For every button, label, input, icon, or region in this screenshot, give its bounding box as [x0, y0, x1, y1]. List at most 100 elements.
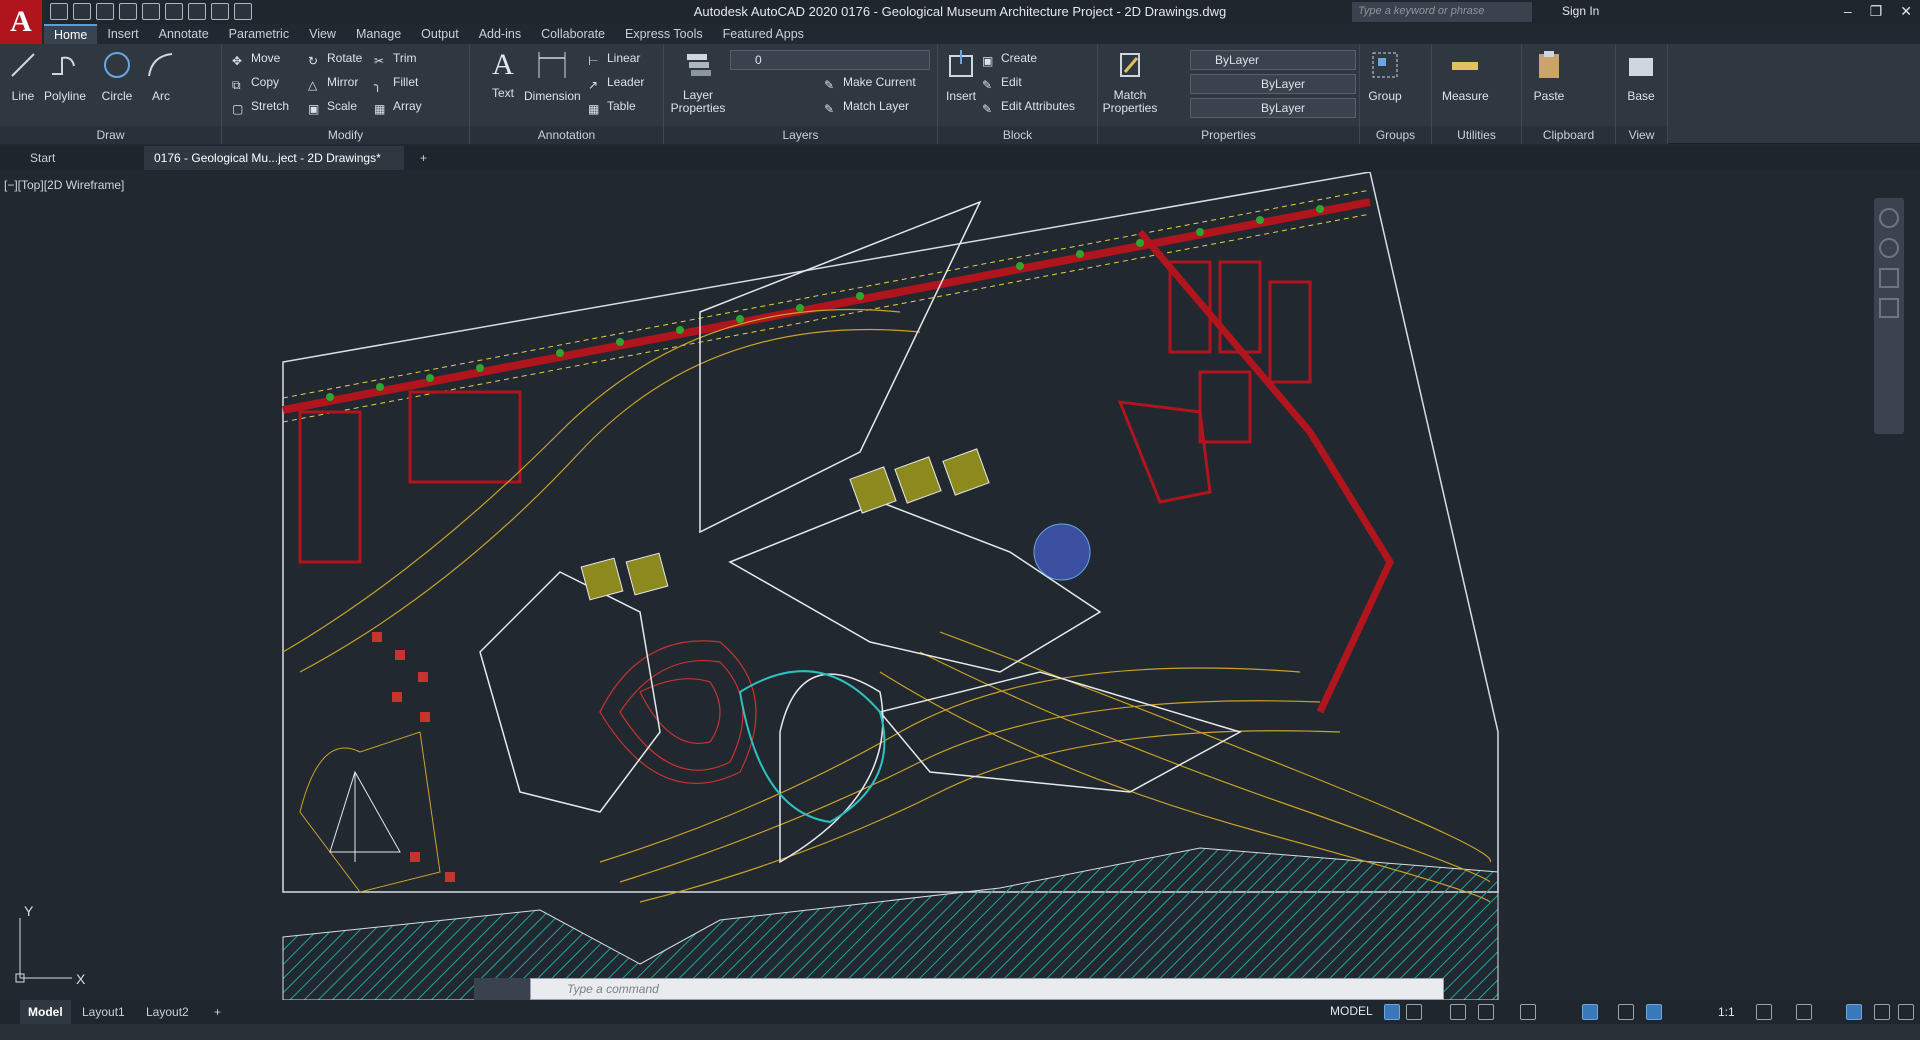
insert-button[interactable]: Insert [944, 48, 978, 103]
linear-button[interactable]: ⊢ Linear [588, 48, 640, 68]
copy-button[interactable]: ⧉ Copy [232, 72, 279, 92]
modify-panel-title[interactable]: Modify [222, 126, 469, 144]
layout-tab-layout2[interactable]: Layout2 [138, 1000, 197, 1024]
layout-tab-model[interactable]: Model [20, 1000, 71, 1024]
group-button[interactable]: Group [1368, 48, 1402, 103]
plus-icon[interactable] [1796, 1004, 1812, 1020]
drawing-viewport[interactable]: [−][Top][2D Wireframe] Y X [0, 172, 1920, 1000]
open-file-icon[interactable] [73, 3, 91, 20]
tab-view[interactable]: View [299, 24, 346, 44]
measure-button[interactable]: Measure [1442, 48, 1489, 103]
plot-icon[interactable] [165, 3, 183, 20]
stretch-button[interactable]: ▢ Stretch [232, 96, 289, 116]
add-layout-plus-icon[interactable]: + [206, 1000, 229, 1024]
search-input[interactable]: Type a keyword or phrase [1352, 2, 1532, 22]
utilities-panel-title[interactable]: Utilities [1432, 126, 1521, 144]
line-button[interactable]: Line [6, 48, 40, 103]
circle-button[interactable]: Circle [100, 48, 134, 103]
scale-button[interactable]: ▣ Scale [308, 96, 357, 116]
text-button[interactable]: A Text [486, 48, 520, 100]
paste-button[interactable]: Paste [1532, 48, 1566, 103]
tab-home[interactable]: Home [44, 24, 98, 44]
layers-panel-title[interactable]: Layers [664, 126, 937, 144]
sign-in-button[interactable]: Sign In [1562, 4, 1599, 18]
gear-icon[interactable] [1756, 1004, 1772, 1020]
arc-button[interactable]: Arc [144, 48, 178, 103]
redo-icon[interactable] [234, 3, 252, 20]
selection-cycling-icon[interactable] [1582, 1004, 1598, 1020]
grid-toggle-icon[interactable] [1384, 1004, 1400, 1020]
print-icon[interactable] [188, 3, 206, 20]
leader-button[interactable]: ↗ Leader [588, 72, 644, 92]
command-line-handle[interactable] [474, 978, 530, 1000]
new-tab-plus-icon[interactable]: + [410, 146, 437, 170]
model-space-indicator[interactable]: MODEL [1330, 1004, 1373, 1018]
save-as-icon[interactable] [119, 3, 137, 20]
array-button[interactable]: ▦ Array [374, 96, 422, 116]
base-button[interactable]: Base [1624, 48, 1658, 103]
create-block-button[interactable]: ▣ Create [982, 48, 1037, 68]
linetype-dropdown[interactable]: ByLayer [1190, 74, 1356, 94]
color-dropdown[interactable]: ByLayer [1190, 50, 1356, 70]
dimension-button[interactable]: Dimension [524, 48, 581, 103]
pan-icon[interactable] [1879, 238, 1899, 258]
layer-dropdown[interactable]: 0 [730, 50, 930, 70]
layout-tab-layout1[interactable]: Layout1 [74, 1000, 133, 1024]
mirror-button[interactable]: △ Mirror [308, 72, 358, 92]
customize-menu-icon[interactable] [1898, 1004, 1914, 1020]
rotate-button[interactable]: ↻ Rotate [308, 48, 362, 68]
draw-panel-title[interactable]: Draw [0, 126, 221, 144]
edit-attributes-button[interactable]: ✎ Edit Attributes [982, 96, 1075, 116]
lineweight-dropdown[interactable]: ByLayer [1190, 98, 1356, 118]
lineweight-toggle-icon[interactable] [1618, 1004, 1634, 1020]
trim-button[interactable]: ✂ Trim [374, 48, 417, 68]
properties-panel-title[interactable]: Properties [1098, 126, 1359, 144]
clipboard-panel-title[interactable]: Clipboard [1522, 126, 1615, 144]
polar-toggle-icon[interactable] [1478, 1004, 1494, 1020]
zoom-icon[interactable] [1879, 268, 1899, 288]
tab-output[interactable]: Output [411, 24, 469, 44]
tab-parametric[interactable]: Parametric [219, 24, 299, 44]
move-button[interactable]: ✥ Move [232, 48, 280, 68]
orbit-icon[interactable] [1879, 298, 1899, 318]
publish-icon[interactable] [142, 3, 160, 20]
ortho-toggle-icon[interactable] [1450, 1004, 1466, 1020]
minimize-icon[interactable]: – [1844, 3, 1852, 20]
restore-icon[interactable]: ❐ [1870, 3, 1883, 20]
new-file-icon[interactable] [50, 3, 68, 20]
make-current-button[interactable]: ✎ Make Current [824, 72, 916, 92]
navigation-bar[interactable] [1874, 198, 1904, 434]
isolate-objects-icon[interactable] [1846, 1004, 1862, 1020]
osnap-toggle-icon[interactable] [1520, 1004, 1536, 1020]
annotation-visibility-icon[interactable] [1646, 1004, 1662, 1020]
tab-start[interactable]: Start [20, 146, 140, 170]
save-icon[interactable] [96, 3, 114, 20]
edit-block-button[interactable]: ✎ Edit [982, 72, 1022, 92]
groups-panel-title[interactable]: Groups [1360, 126, 1431, 144]
tab-express-tools[interactable]: Express Tools [615, 24, 713, 44]
match-properties-button[interactable]: Match Properties [1102, 48, 1158, 115]
tab-featured-apps[interactable]: Featured Apps [713, 24, 814, 44]
tab-manage[interactable]: Manage [346, 24, 411, 44]
annotation-scale[interactable]: 1:1 [1718, 1005, 1735, 1019]
view-panel-title[interactable]: View [1616, 126, 1667, 144]
command-input[interactable]: Type a command [530, 978, 1444, 1000]
table-button[interactable]: ▦ Table [588, 96, 636, 116]
tab-insert[interactable]: Insert [97, 24, 148, 44]
tab-active-drawing[interactable]: 0176 - Geological Mu...ject - 2D Drawing… [144, 146, 404, 189]
tab-annotate[interactable]: Annotate [149, 24, 219, 44]
tab-add-ins[interactable]: Add-ins [469, 24, 531, 44]
annotation-panel-title[interactable]: Annotation [470, 126, 663, 144]
block-panel-title[interactable]: Block [938, 126, 1097, 144]
steering-wheel-icon[interactable] [1879, 208, 1899, 228]
autocad-logo-button[interactable]: A [0, 0, 42, 44]
layer-properties-button[interactable]: Layer Properties [670, 48, 726, 115]
fillet-button[interactable]: ╮ Fillet [374, 72, 418, 92]
match-layer-button[interactable]: ✎ Match Layer [824, 96, 909, 116]
snap-toggle-icon[interactable] [1406, 1004, 1422, 1020]
tab-collaborate[interactable]: Collaborate [531, 24, 615, 44]
close-icon[interactable]: ✕ [1900, 3, 1912, 20]
undo-icon[interactable] [211, 3, 229, 20]
polyline-button[interactable]: Polyline [44, 48, 86, 103]
fullscreen-icon[interactable] [1874, 1004, 1890, 1020]
